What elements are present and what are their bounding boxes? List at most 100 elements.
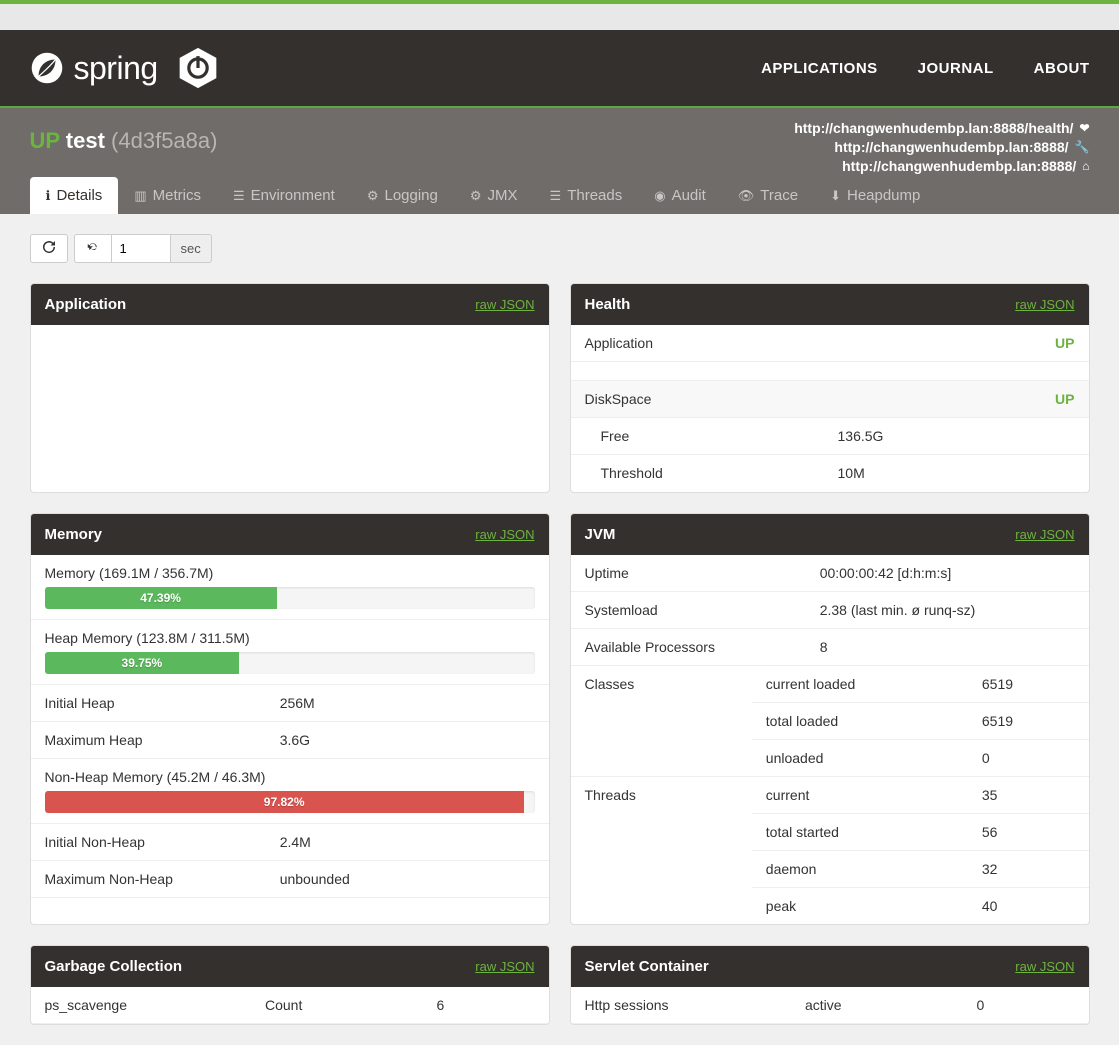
procs-label: Available Processors [585,639,820,655]
tab-details[interactable]: ℹDetails [30,177,119,214]
sysload-value: 2.38 (last min. ø runq-sz) [820,602,1075,618]
panel-title: JVM [585,526,616,543]
max-heap-value: 3.6G [280,732,535,748]
raw-json-link[interactable]: raw JSON [1015,297,1074,312]
panel-jvm: JVM raw JSON Uptime00:00:00:42 [d:h:m:s]… [570,513,1090,925]
tab-audit[interactable]: ◉Audit [638,177,722,214]
tab-logging[interactable]: ⚙Logging [351,177,454,214]
cogs-icon: ⚙ [470,188,482,204]
refresh-icon [43,241,55,253]
heap-progress: 39.75% [45,652,535,674]
power-icon [176,46,220,90]
panel-title: Health [585,296,631,313]
max-nonheap-label: Maximum Non-Heap [45,871,280,887]
health-app-label: Application [585,335,1056,351]
threads-peak: 40 [982,898,1075,914]
spring-logo: spring [30,50,158,87]
raw-json-link[interactable]: raw JSON [475,527,534,542]
max-heap-label: Maximum Heap [45,732,280,748]
classes-total-loaded: 6519 [982,713,1075,729]
tab-metrics[interactable]: ▥Metrics [118,177,217,214]
health-disk-label: DiskSpace [585,391,652,407]
interval-unit: sec [171,234,212,263]
threads-peak-label: peak [766,898,982,914]
threads-icon: ☰ [550,188,562,204]
user-icon: ◉ [654,188,665,204]
initial-nonheap-value: 2.4M [280,834,535,850]
health-free-value: 136.5G [838,428,1075,444]
health-threshold-value: 10M [838,465,1075,481]
panel-health: Health raw JSON Application UP DiskSpace… [570,283,1090,493]
panel-memory: Memory raw JSON Memory (169.1M / 356.7M)… [30,513,550,925]
health-disk-status: UP [1055,391,1074,407]
nav-about[interactable]: ABOUT [1034,60,1090,77]
threads-daemon-label: daemon [766,861,982,877]
panel-title: Servlet Container [585,958,709,975]
nonheap-label: Non-Heap Memory (45.2M / 46.3M) [45,769,535,785]
uptime-label: Uptime [585,565,820,581]
classes-unloaded: 0 [982,750,1075,766]
panel-application: Application raw JSON [30,283,550,493]
wrench-icon: 🔧 [1075,140,1090,154]
classes-unloaded-label: unloaded [766,750,982,766]
servlet-sessions-label: Http sessions [585,997,806,1013]
threads-current-label: current [766,787,982,803]
main-navbar: spring APPLICATIONS JOURNAL ABOUT [0,30,1119,106]
download-icon: ⬇ [830,188,841,204]
threads-current: 35 [982,787,1075,803]
panel-title: Application [45,296,127,313]
initial-heap-value: 256M [280,695,535,711]
tab-trace[interactable]: 👁Trace [722,177,814,214]
classes-current-loaded: 6519 [982,676,1075,692]
classes-total-loaded-label: total loaded [766,713,982,729]
tab-heapdump[interactable]: ⬇Heapdump [814,177,936,214]
threads-total-started: 56 [982,824,1075,840]
panel-title: Garbage Collection [45,958,183,975]
gc-count-value: 6 [437,997,535,1013]
initial-nonheap-label: Initial Non-Heap [45,834,280,850]
heartbeat-icon: ❤ [1079,121,1089,135]
uptime-value: 00:00:00:42 [d:h:m:s] [820,565,1075,581]
memory-progress: 47.39% [45,587,535,609]
gc-count-label: Count [265,997,437,1013]
instance-urls: http://changwenhudembp.lan:8888/health/❤… [794,120,1089,177]
tab-jmx[interactable]: ⚙JMX [454,177,534,214]
instance-status: UP test (4d3f5a8a) [30,120,218,154]
tab-environment[interactable]: ☰Environment [217,177,351,214]
health-free-label: Free [601,428,838,444]
classes-current-loaded-label: current loaded [766,676,982,692]
raw-json-link[interactable]: raw JSON [475,959,534,974]
home-icon: ⌂ [1082,159,1089,173]
nav-applications[interactable]: APPLICATIONS [761,60,878,77]
panel-title: Memory [45,526,103,543]
nav-journal[interactable]: JOURNAL [918,60,994,77]
leaf-icon [30,51,64,85]
auto-refresh-button[interactable] [74,234,111,263]
refresh-button[interactable] [30,234,68,263]
procs-value: 8 [820,639,1075,655]
list-icon: ☰ [233,188,245,204]
threads-label: Threads [571,777,752,924]
bar-chart-icon: ▥ [134,188,146,204]
sync-icon [87,241,99,253]
eye-icon: 👁 [738,188,755,204]
raw-json-link[interactable]: raw JSON [1015,527,1074,542]
info-icon: ℹ [46,188,51,204]
sysload-label: Systemload [585,602,820,618]
heap-label: Heap Memory (123.8M / 311.5M) [45,630,535,646]
panel-servlet: Servlet Container raw JSON Http sessions… [570,945,1090,1025]
initial-heap-label: Initial Heap [45,695,280,711]
servlet-active-label: active [805,997,977,1013]
health-app-status: UP [1055,335,1074,351]
tab-threads[interactable]: ☰Threads [534,177,639,214]
raw-json-link[interactable]: raw JSON [475,297,534,312]
max-nonheap-value: unbounded [280,871,535,887]
threads-total-started-label: total started [766,824,982,840]
interval-input[interactable] [111,234,171,263]
raw-json-link[interactable]: raw JSON [1015,959,1074,974]
nonheap-progress: 97.82% [45,791,535,813]
gc-name: ps_scavenge [45,997,266,1013]
classes-label: Classes [571,666,752,776]
servlet-active-value: 0 [977,997,1075,1013]
sliders-icon: ⚙ [367,188,379,204]
